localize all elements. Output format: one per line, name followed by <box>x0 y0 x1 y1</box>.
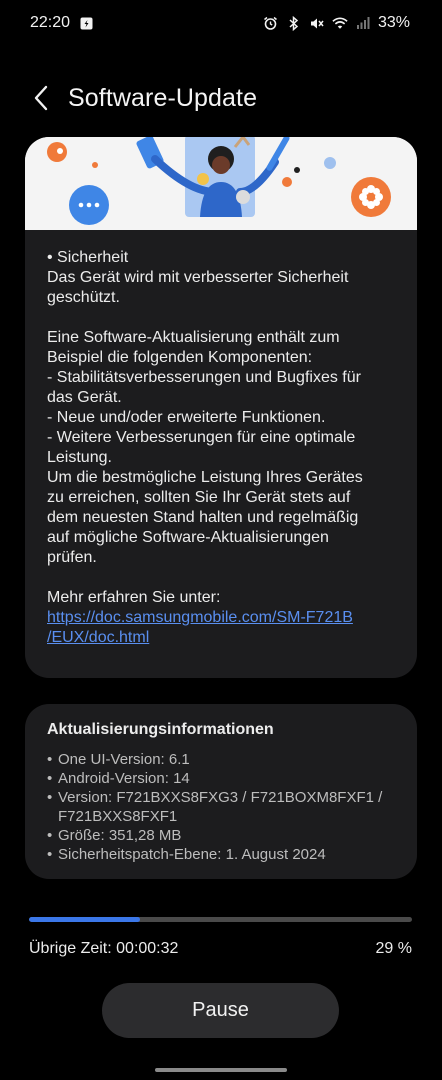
info-security-patch: Sicherheitspatch-Ebene: 1. August 2024 <box>47 845 395 864</box>
signal-icon <box>355 15 371 31</box>
mute-icon <box>309 15 325 31</box>
link-line-2: /EUX/doc.html <box>47 629 150 646</box>
update-info-card: Aktualisierungsinformationen One UI-Vers… <box>25 704 417 879</box>
progress-info: Übrige Zeit: 00:00:32 29 % <box>29 940 412 958</box>
software-update-screen: 22:20 33% Software-Update • Sicherheit D… <box>0 0 442 1080</box>
info-size: Größe: 351,28 MB <box>47 826 395 845</box>
update-info-title: Aktualisierungsinformationen <box>47 721 274 738</box>
pause-button[interactable]: Pause <box>102 983 339 1038</box>
page-title: Software-Update <box>68 83 258 112</box>
battery-percent: 33% <box>377 14 410 31</box>
info-build-version: Version: F721BXXS8FXG3 / F721BOXM8FXF1 /… <box>47 788 395 826</box>
wifi-icon <box>332 15 348 31</box>
app-header: Software-Update <box>0 72 442 124</box>
alarm-icon <box>263 15 279 31</box>
media-icon <box>78 15 94 31</box>
download-progress-fill <box>29 917 141 922</box>
update-illustration <box>25 137 417 230</box>
more-info-section: Mehr erfahren Sie unter: https://doc.sam… <box>25 588 417 648</box>
link-line-1: https://doc.samsungmobile.com/SM-F721B <box>47 609 353 626</box>
info-ui-version: One UI-Version: 6.1 <box>47 750 395 769</box>
back-arrow-icon <box>34 85 48 111</box>
update-info-list: One UI-Version: 6.1 Android-Version: 14 … <box>47 750 395 864</box>
status-bar: 22:20 33% <box>0 0 442 46</box>
illustration-graphic <box>25 137 417 230</box>
download-progress-bar <box>29 917 412 922</box>
release-notes-text: • Sicherheit Das Gerät wird mit verbesse… <box>47 249 363 566</box>
remaining-time: Übrige Zeit: 00:00:32 <box>29 940 179 957</box>
progress-percent: 29 % <box>375 940 412 957</box>
documentation-link[interactable]: https://doc.samsungmobile.com/SM-F721B /… <box>47 608 395 648</box>
back-button[interactable] <box>26 78 56 118</box>
bluetooth-icon <box>286 15 302 31</box>
release-notes-card: • Sicherheit Das Gerät wird mit verbesse… <box>25 137 417 678</box>
info-android-version: Android-Version: 14 <box>47 769 395 788</box>
status-time: 22:20 <box>30 14 71 31</box>
home-indicator[interactable] <box>155 1068 287 1072</box>
more-info-label: Mehr erfahren Sie unter: <box>47 589 221 606</box>
